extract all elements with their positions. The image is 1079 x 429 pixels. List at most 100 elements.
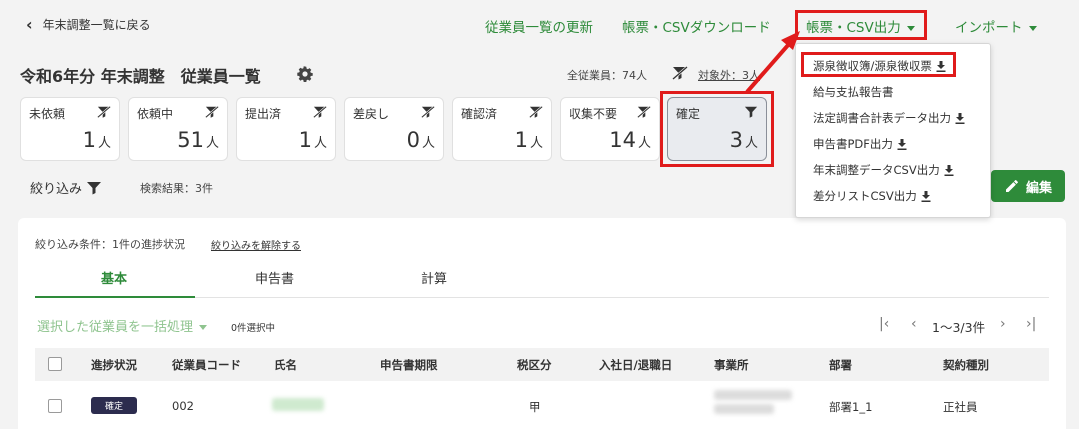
menu-item-label: 年末調整データCSV出力	[813, 163, 940, 177]
tab-declaration[interactable]: 申告書	[255, 268, 294, 287]
status-card-submitted[interactable]: 提出済 1人	[236, 97, 336, 161]
card-unit: 人	[97, 136, 111, 151]
menu-item-statutory-summary[interactable]: 法定調書合計表データ出力	[813, 110, 965, 126]
edit-button[interactable]: 編集	[991, 170, 1065, 202]
office-redacted	[714, 404, 774, 414]
filter-toggle[interactable]: 絞り込み	[30, 178, 102, 197]
filter-off-icon	[421, 105, 435, 119]
import-menu-button[interactable]: インポート	[955, 16, 1037, 36]
card-unit: 人	[421, 136, 435, 151]
pencil-icon	[1005, 180, 1018, 192]
menu-item-withholding-book[interactable]: 源泉徴収簿/源泉徴収票	[813, 58, 946, 74]
selected-count: 0件選択中	[231, 323, 276, 334]
caret-down-icon	[199, 325, 208, 330]
card-label: 確認済	[461, 107, 498, 121]
filter-off-icon	[313, 105, 327, 119]
output-menu-button[interactable]: 帳票・CSV出力	[806, 16, 915, 36]
clear-filter-link[interactable]: 絞り込みを解除する	[211, 237, 301, 252]
first-page-icon[interactable]: |‹	[879, 316, 889, 332]
output-dropdown-menu: 源泉徴収簿/源泉徴収票 給与支払報告書 法定調書合計表データ出力 申告書PDF出…	[795, 43, 991, 218]
card-unit: 人	[744, 136, 758, 151]
menu-item-label: 給与支払報告書	[813, 85, 894, 99]
office-redacted	[714, 390, 792, 400]
card-label: 確定	[676, 107, 701, 121]
back-label: 年末調整一覧に戻る	[42, 18, 151, 32]
refresh-employees-link[interactable]: 従業員一覧の更新	[485, 16, 593, 36]
card-count: 3	[729, 128, 743, 152]
column-header[interactable]: 氏名	[274, 357, 297, 373]
bulk-action-menu[interactable]: 選択した従業員を一括処理	[37, 316, 208, 335]
menu-item-label: 申告書PDF出力	[813, 137, 893, 151]
card-count: 1	[298, 128, 312, 152]
column-header[interactable]: 契約種別	[943, 357, 989, 373]
card-unit: 人	[313, 136, 327, 151]
menu-item-diff-csv[interactable]: 差分リストCSV出力	[813, 188, 931, 204]
card-count: 51	[177, 128, 204, 152]
filter-off-icon	[637, 105, 651, 119]
next-page-icon[interactable]: ›	[1000, 316, 1006, 332]
filter-icon	[744, 106, 758, 118]
tax-category: 甲	[529, 400, 541, 414]
back-link[interactable]: ‹ 年末調整一覧に戻る	[26, 16, 151, 33]
excluded-employees-link[interactable]: 対象外：3人	[698, 67, 760, 83]
filter-off-icon	[97, 105, 111, 119]
column-header[interactable]: 進捗状況	[91, 357, 137, 373]
page-range: 1〜3/3件	[932, 320, 986, 335]
tab-calculation[interactable]: 計算	[421, 268, 447, 287]
status-card-finalized[interactable]: 確定 3人	[667, 97, 767, 161]
caret-down-icon	[1028, 25, 1037, 31]
download-icon	[936, 60, 946, 72]
tab-basic[interactable]: 基本	[101, 268, 127, 287]
column-header[interactable]: 従業員コード	[172, 357, 241, 373]
filter-off-icon	[205, 105, 219, 119]
last-page-icon[interactable]: ›|	[1026, 316, 1036, 332]
status-card-returned[interactable]: 差戻し 0人	[344, 97, 444, 161]
card-label: 未依頼	[29, 107, 66, 121]
card-label: 収集不要	[569, 107, 618, 121]
card-count: 14	[609, 128, 636, 152]
row-checkbox[interactable]	[48, 399, 62, 413]
filter-icon	[87, 181, 102, 194]
column-header[interactable]: 入社日/退職日	[599, 357, 672, 373]
card-label: 依頼中	[137, 107, 174, 121]
status-card-requesting[interactable]: 依頼中 51 人	[128, 97, 228, 161]
card-count: 1	[514, 128, 528, 152]
tab-active-indicator	[35, 296, 195, 298]
download-icon	[944, 164, 954, 176]
download-icon	[955, 112, 965, 124]
prev-page-icon[interactable]: ‹	[911, 316, 917, 332]
column-header[interactable]: 事業所	[714, 357, 749, 373]
column-header[interactable]: 申告書期限	[380, 357, 438, 373]
status-card-confirmed[interactable]: 確認済 1人	[452, 97, 552, 161]
status-badge: 確定	[91, 397, 137, 414]
gear-icon[interactable]	[297, 66, 313, 82]
card-count: 1	[82, 128, 96, 152]
caret-down-icon	[906, 25, 915, 31]
status-card-unrequested[interactable]: 未依頼 1人	[20, 97, 120, 161]
column-header[interactable]: 税区分	[517, 357, 552, 373]
download-icon	[897, 138, 907, 150]
output-menu-label: 帳票・CSV出力	[806, 20, 901, 36]
select-all-checkbox[interactable]	[48, 357, 62, 371]
menu-item-label: 法定調書合計表データ出力	[813, 111, 951, 125]
contract-type: 正社員	[943, 400, 978, 414]
card-count: 0	[406, 128, 420, 152]
menu-item-label: 源泉徴収簿/源泉徴収票	[813, 59, 932, 73]
menu-item-adjustment-csv[interactable]: 年末調整データCSV出力	[813, 162, 954, 178]
status-card-not-required[interactable]: 収集不要 14 人	[560, 97, 660, 161]
card-unit: 人	[637, 136, 651, 151]
import-menu-label: インポート	[955, 20, 1023, 36]
download-link[interactable]: 帳票・CSVダウンロード	[622, 16, 771, 36]
menu-item-declaration-pdf[interactable]: 申告書PDF出力	[813, 136, 907, 152]
employee-name-redacted[interactable]	[272, 398, 324, 411]
filter-conditions: 絞り込み条件：1件の進捗状況	[35, 238, 185, 251]
page-title: 令和6年分 年末調整 従業員一覧	[20, 67, 261, 86]
filter-off-icon	[672, 66, 688, 80]
department: 部署1_1	[829, 400, 873, 414]
menu-item-salary-report[interactable]: 給与支払報告書	[813, 84, 894, 100]
search-result-count: 検索結果：3件	[140, 182, 213, 195]
chevron-left-icon: ‹	[26, 14, 33, 34]
card-label: 差戻し	[353, 107, 390, 121]
card-unit: 人	[529, 136, 543, 151]
column-header[interactable]: 部署	[829, 357, 852, 373]
